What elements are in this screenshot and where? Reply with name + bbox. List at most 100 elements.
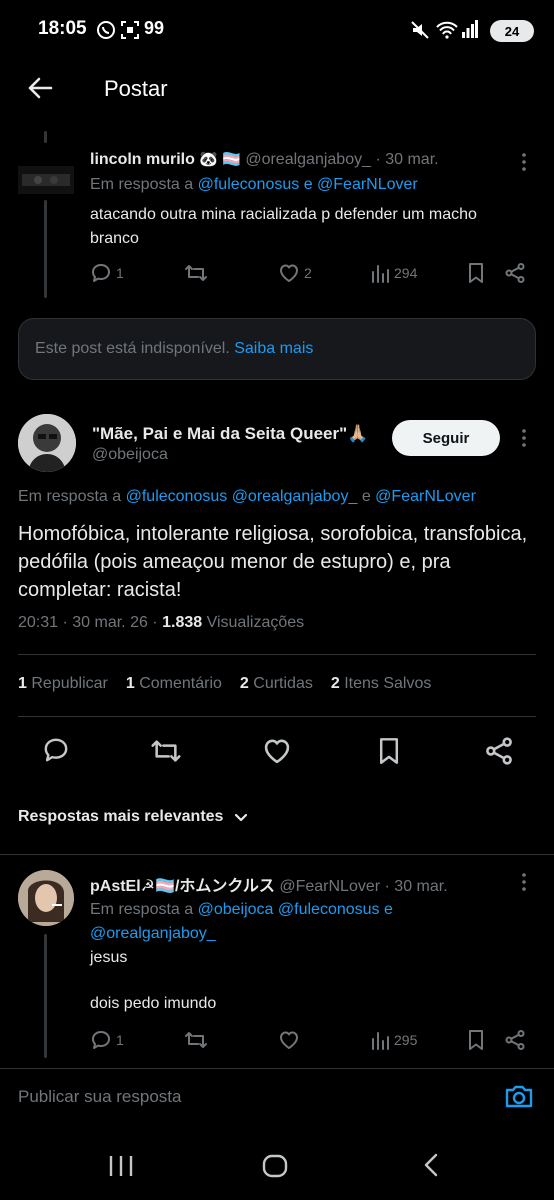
- notification-count: 99: [144, 18, 165, 38]
- unavailable-post-notice: Este post está indisponível. Saiba mais: [18, 318, 536, 380]
- reply-prefix: Em resposta a: [90, 901, 194, 918]
- share-icon: [486, 737, 512, 765]
- repost-icon: [185, 1032, 207, 1048]
- author-handle[interactable]: @FearNLover: [279, 878, 380, 895]
- comment-icon: [92, 264, 110, 282]
- view-count: 295: [394, 1032, 418, 1048]
- reply2-header: pAstEl☭🏳️‍⚧️/ホムンクルス @FearNLover · 30 mar…: [90, 872, 510, 896]
- engagement-stats: 1 Republicar 1 Comentário 2 Curtidas 2 I…: [18, 675, 431, 693]
- reply-mentions[interactable]: @fuleconosus e @FearNLover: [198, 176, 418, 193]
- unavailable-text: Este post está indisponível.: [35, 340, 230, 357]
- reply-composer: Publicar sua resposta: [0, 1068, 554, 1125]
- heart-icon: [280, 1031, 298, 1049]
- reply-mentions[interactable]: @obeijoca @fuleconosus e: [198, 901, 393, 918]
- reply2-text-line1: jesus: [90, 949, 128, 966]
- status-time: 18:05: [38, 18, 87, 39]
- more-options-icon[interactable]: [516, 428, 532, 448]
- whatsapp-icon: [96, 20, 116, 40]
- share-button[interactable]: [504, 1029, 526, 1051]
- stat-likes[interactable]: 2 Curtidas: [240, 675, 313, 693]
- mute-icon: [410, 20, 430, 40]
- recent-apps-icon[interactable]: [108, 1154, 134, 1178]
- repost-button[interactable]: [150, 736, 182, 766]
- share-icon: [505, 263, 525, 283]
- home-icon[interactable]: [262, 1154, 290, 1178]
- post-timestamp: 20:31 · 30 mar. 26 ·: [18, 614, 158, 631]
- like-count: 2: [304, 265, 312, 281]
- author-handle[interactable]: @orealganjaboy_: [245, 151, 371, 168]
- divider: [18, 654, 536, 655]
- like-button[interactable]: 2: [278, 262, 312, 284]
- reply-mention[interactable]: @FearNLover: [375, 488, 476, 505]
- avatar[interactable]: [18, 414, 76, 472]
- comment-button[interactable]: 1: [90, 1029, 124, 1051]
- battery-level: 24: [504, 23, 520, 39]
- chevron-down-icon: [235, 813, 248, 822]
- avatar[interactable]: [18, 870, 74, 926]
- share-button[interactable]: [504, 262, 526, 284]
- comment-count: 1: [116, 265, 124, 281]
- views-icon: [372, 265, 389, 283]
- thread-line: [44, 934, 47, 1058]
- author-handle[interactable]: @obeijoca: [92, 446, 168, 464]
- reply1-in-reply-to: Em resposta a @fuleconosus e @FearNLover: [90, 176, 418, 194]
- reply-mentions[interactable]: @fuleconosus @orealganjaboy_: [126, 488, 358, 505]
- learn-more-link[interactable]: Saiba mais: [234, 340, 313, 358]
- share-button[interactable]: [484, 736, 514, 766]
- avatar[interactable]: [18, 166, 74, 194]
- reply-prefix: Em resposta a: [90, 176, 194, 193]
- heart-icon: [264, 739, 290, 764]
- thread-line-top: [44, 131, 47, 143]
- wifi-icon: [436, 20, 458, 40]
- reply1-text: atacando outra mina racializada p defend…: [90, 206, 477, 247]
- follow-button[interactable]: Seguir: [392, 420, 500, 456]
- author-name[interactable]: "Mãe, Pai e Mai da Seita Queer"🙏🏼: [92, 424, 368, 444]
- stat-bookmarks[interactable]: 2 Itens Salvos: [331, 675, 432, 693]
- thread-line: [44, 200, 47, 298]
- page-title: Postar: [104, 76, 168, 101]
- screenshot-icon: [120, 20, 140, 40]
- battery-indicator: 24: [490, 20, 534, 42]
- replies-sort-dropdown[interactable]: Respostas mais relevantes: [18, 808, 249, 826]
- divider: [18, 716, 536, 717]
- reply-input[interactable]: Publicar sua resposta: [18, 1087, 181, 1107]
- stat-reposts[interactable]: 1 Republicar: [18, 675, 108, 693]
- reply2-text-line2: dois pedo imundo: [90, 995, 217, 1012]
- like-button[interactable]: [262, 736, 292, 766]
- system-navigation-bar: [0, 1124, 554, 1200]
- views-count: 1.838: [162, 614, 203, 631]
- repost-icon: [185, 265, 207, 281]
- reply-mention[interactable]: @orealganjaboy_: [90, 922, 530, 946]
- views-label: Visualizações: [206, 614, 305, 631]
- signal-icon: [462, 20, 478, 38]
- camera-icon[interactable]: [504, 1083, 534, 1109]
- comment-icon: [44, 738, 68, 762]
- stat-comments[interactable]: 1 Comentário: [126, 675, 222, 693]
- main-in-reply-to: Em resposta a @fuleconosus @orealganjabo…: [18, 488, 476, 506]
- bookmark-button[interactable]: [376, 736, 402, 766]
- views-button[interactable]: 295: [370, 1029, 417, 1051]
- bookmark-button[interactable]: [466, 1029, 486, 1051]
- repost-button[interactable]: [184, 1029, 208, 1051]
- back-icon[interactable]: [420, 1152, 444, 1178]
- like-button[interactable]: [278, 1029, 300, 1051]
- views-icon: [372, 1032, 389, 1050]
- comment-button[interactable]: 1: [90, 262, 124, 284]
- views-button[interactable]: 294: [370, 262, 417, 284]
- bookmark-button[interactable]: [466, 262, 486, 284]
- reply-and: e: [361, 488, 371, 505]
- comment-button[interactable]: [42, 736, 70, 764]
- more-options-icon[interactable]: [516, 152, 532, 172]
- comment-icon: [92, 1031, 110, 1049]
- repost-button[interactable]: [184, 262, 208, 284]
- divider: [0, 854, 554, 855]
- more-options-icon[interactable]: [516, 872, 532, 892]
- reply2-in-reply-to: Em resposta a @obeijoca @fuleconosus e @…: [90, 898, 530, 946]
- reply-prefix: Em resposta a: [18, 488, 122, 505]
- author-name[interactable]: pAstEl☭🏳️‍⚧️/ホムンクルス: [90, 878, 275, 895]
- back-arrow-icon[interactable]: [26, 74, 54, 102]
- post-date: · 30 mar.: [384, 878, 448, 895]
- post-meta: 20:31 · 30 mar. 26 · 1.838 Visualizações: [18, 614, 304, 632]
- comment-count: 1: [116, 1032, 124, 1048]
- author-name[interactable]: lincoln murilo: [90, 151, 195, 168]
